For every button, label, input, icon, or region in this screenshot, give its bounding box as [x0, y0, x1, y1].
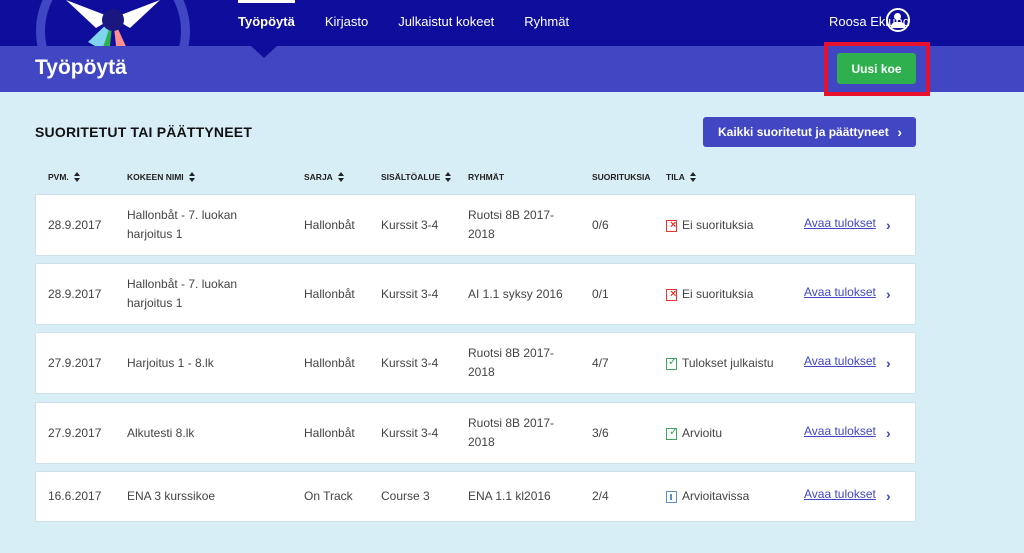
- section-title: SUORITETUT TAI PÄÄTTYNEET: [35, 124, 253, 140]
- column-header-label: KOKEEN NIMI: [127, 172, 184, 182]
- open-results-link[interactable]: Avaa tulokset: [804, 422, 876, 441]
- chevron-right-icon[interactable]: ›: [886, 216, 891, 235]
- row-series: Hallonbåt: [304, 218, 355, 232]
- row-date: 28.9.2017: [48, 218, 102, 232]
- row-series: Hallonbåt: [304, 287, 355, 301]
- chevron-right-icon[interactable]: ›: [886, 354, 891, 373]
- row-exam-name: ENA 3 kurssikoe: [127, 489, 216, 503]
- row-series: Hallonbåt: [304, 356, 355, 370]
- nav-item-library[interactable]: Kirjasto: [325, 0, 368, 46]
- row-status: Ei suorituksia: [666, 285, 753, 304]
- row-exam-name: Hallonbåt - 7. luokan harjoitus 1: [127, 277, 238, 310]
- row-date: 28.9.2017: [48, 287, 102, 301]
- row-status-label: Arvioitu: [682, 426, 723, 440]
- row-series: On Track: [304, 489, 353, 503]
- sort-icon: [73, 172, 80, 182]
- active-tab-indicator: [251, 46, 277, 58]
- row-groups: Ruotsi 8B 2017-2018: [468, 346, 555, 379]
- column-header-content-area[interactable]: SISÄLTÖALUE: [381, 172, 452, 182]
- row-status: Arvioitavissa: [666, 487, 749, 506]
- row-content-area: Course 3: [381, 489, 430, 503]
- column-header-label: SUORITUKSIA: [592, 172, 651, 182]
- open-results-link[interactable]: Avaa tulokset: [804, 214, 876, 233]
- table-row[interactable]: 16.6.2017 ENA 3 kurssikoe On Track Cours…: [35, 471, 916, 522]
- row-status-label: Ei suorituksia: [682, 218, 754, 232]
- user-circle-icon[interactable]: [886, 8, 910, 32]
- chevron-right-icon: ›: [897, 124, 902, 140]
- row-status-label: Tulokset julkaistu: [682, 356, 774, 370]
- sort-icon: [337, 172, 344, 182]
- row-exam-name: Alkutesti 8.lk: [127, 426, 195, 440]
- row-groups: Ruotsi 8B 2017-2018: [468, 416, 555, 449]
- table-row[interactable]: 28.9.2017 Hallonbåt - 7. luokan harjoitu…: [35, 263, 916, 325]
- table-row[interactable]: 27.9.2017 Alkutesti 8.lk Hallonbåt Kurss…: [35, 402, 916, 464]
- chevron-right-icon[interactable]: ›: [886, 285, 891, 304]
- chevron-right-icon[interactable]: ›: [886, 487, 891, 506]
- column-header-label: SISÄLTÖALUE: [381, 172, 441, 182]
- row-exam-name: Hallonbåt - 7. luokan harjoitus 1: [127, 208, 238, 241]
- main-nav: Työpöytä Kirjasto Julkaistut kokeet Ryhm…: [238, 0, 599, 46]
- graded-icon: [666, 423, 678, 442]
- page-title: Työpöytä: [35, 56, 127, 79]
- row-content-area: Kurssit 3-4: [381, 218, 439, 232]
- row-groups: ENA 1.1 kl2016: [468, 489, 551, 503]
- column-header-groups: RYHMÄT: [468, 172, 504, 182]
- row-submissions: 0/6: [592, 218, 609, 232]
- row-groups: AI 1.1 syksy 2016: [468, 287, 563, 301]
- row-series: Hallonbåt: [304, 426, 355, 440]
- column-header-label: RYHMÄT: [468, 172, 505, 182]
- row-status: Arvioitu: [666, 423, 723, 443]
- column-header-date[interactable]: PVM.: [48, 172, 80, 182]
- table-row[interactable]: 27.9.2017 Harjoitus 1 - 8.lk Hallonbåt K…: [35, 332, 916, 394]
- sort-icon: [188, 172, 195, 182]
- column-header-series[interactable]: SARJA: [304, 172, 344, 182]
- row-content-area: Kurssit 3-4: [381, 287, 439, 301]
- row-date: 27.9.2017: [48, 356, 102, 370]
- row-status-label: Ei suorituksia: [682, 287, 754, 301]
- row-submissions: 4/7: [592, 356, 609, 370]
- column-header-label: PVM.: [48, 172, 69, 182]
- chevron-right-icon[interactable]: ›: [886, 424, 891, 443]
- row-groups: Ruotsi 8B 2017-2018: [468, 208, 555, 241]
- column-header-submissions: SUORITUKSIA: [592, 172, 651, 182]
- table-row[interactable]: 28.9.2017 Hallonbåt - 7. luokan harjoitu…: [35, 194, 916, 256]
- row-submissions: 0/1: [592, 287, 609, 301]
- nav-item-published-exams[interactable]: Julkaistut kokeet: [398, 0, 494, 46]
- no-submissions-icon: [666, 216, 677, 235]
- row-status-label: Arvioitavissa: [682, 489, 750, 503]
- row-date: 27.9.2017: [48, 426, 102, 440]
- sort-icon: [689, 172, 696, 182]
- row-submissions: 2/4: [592, 489, 609, 503]
- column-header-label: SARJA: [304, 172, 333, 182]
- row-submissions: 3/6: [592, 426, 609, 440]
- new-exam-button[interactable]: Uusi koe: [837, 53, 916, 84]
- row-date: 16.6.2017: [48, 489, 102, 503]
- row-content-area: Kurssit 3-4: [381, 356, 439, 370]
- row-exam-name: Harjoitus 1 - 8.lk: [127, 356, 214, 370]
- all-completed-button-label: Kaikki suoritetut ja päättyneet: [718, 125, 889, 139]
- sort-icon: [445, 172, 452, 182]
- no-submissions-icon: [666, 285, 677, 304]
- pending-grading-icon: [666, 490, 677, 503]
- nav-item-groups[interactable]: Ryhmät: [524, 0, 569, 46]
- all-completed-button[interactable]: Kaikki suoritetut ja päättyneet ›: [703, 117, 916, 147]
- row-content-area: Kurssit 3-4: [381, 426, 439, 440]
- published-icon: [666, 353, 677, 372]
- column-header-exam-name[interactable]: KOKEEN NIMI: [127, 172, 195, 182]
- row-status: Ei suorituksia: [666, 216, 753, 235]
- open-results-link[interactable]: Avaa tulokset: [804, 352, 876, 371]
- row-status: Tulokset julkaistu: [666, 353, 774, 373]
- open-results-link[interactable]: Avaa tulokset: [804, 485, 876, 504]
- column-header-label: TILA: [666, 172, 685, 182]
- column-header-status[interactable]: TILA: [666, 172, 696, 182]
- nav-item-dashboard[interactable]: Työpöytä: [238, 0, 295, 46]
- open-results-link[interactable]: Avaa tulokset: [804, 283, 876, 302]
